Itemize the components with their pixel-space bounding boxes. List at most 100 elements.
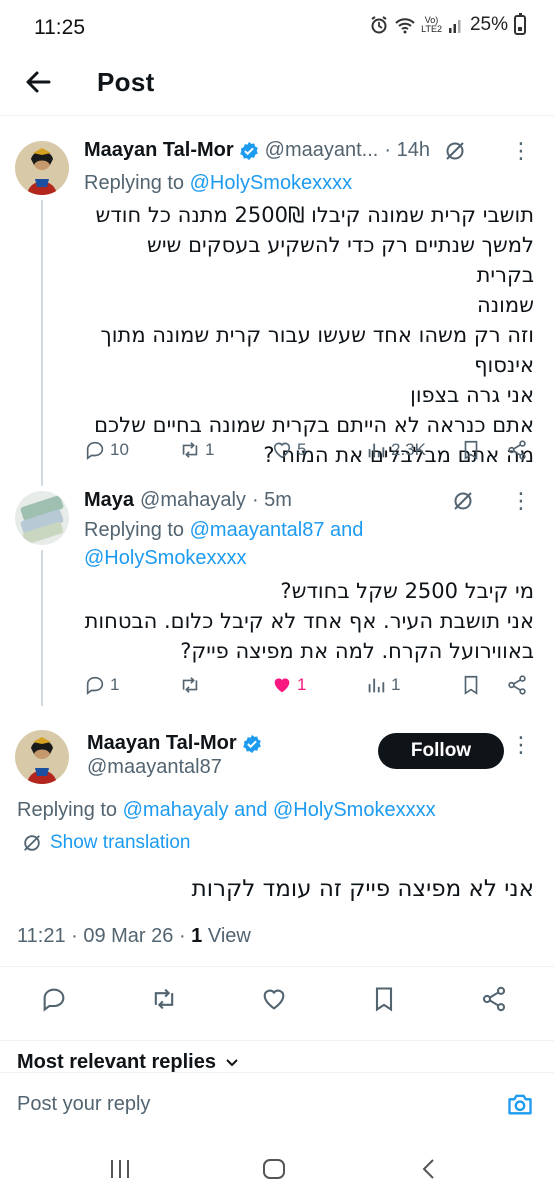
author-handle[interactable]: @mahayaly bbox=[140, 489, 246, 512]
like-button[interactable]: 5 bbox=[271, 439, 365, 461]
repost-button[interactable]: 1 bbox=[179, 439, 271, 461]
wifi-icon bbox=[395, 18, 415, 34]
author-handle[interactable]: @maayant... bbox=[265, 139, 379, 162]
battery-percent: 25% bbox=[469, 14, 508, 35]
tweet-text: תושבי קרית שמונה קיבלו 2500₪ מתנה כל חוד… bbox=[84, 200, 534, 470]
back-nav-icon[interactable] bbox=[420, 1158, 438, 1180]
page-title: Post bbox=[97, 67, 155, 97]
reply-tweet[interactable]: Maya @mahayaly · 5m ⋮ Replying to @maaya… bbox=[0, 486, 554, 706]
back-arrow-icon[interactable] bbox=[22, 66, 54, 98]
reply-count: 10 bbox=[110, 440, 129, 459]
text-line: אינסוף bbox=[474, 353, 534, 377]
reply-button[interactable]: 1 bbox=[84, 674, 179, 696]
grok-icon[interactable] bbox=[452, 490, 474, 512]
text-line: באווירועל הקרח. למה את מפיצה פייק? bbox=[180, 639, 534, 663]
show-translation-button[interactable]: Show translation bbox=[22, 832, 190, 854]
system-nav-bar bbox=[0, 1134, 554, 1200]
network-label: Vo) LTE2 bbox=[421, 16, 442, 34]
status-icons: Vo) LTE2 25% bbox=[369, 13, 526, 36]
replying-to-link[interactable]: @HolySmokexxxx bbox=[84, 547, 247, 569]
reply-icon[interactable] bbox=[40, 985, 68, 1013]
status-time: 11:25 bbox=[34, 16, 85, 39]
tweet-text: מי קיבל 2500 שקל בחודש? אני תושבת העיר. … bbox=[84, 576, 534, 666]
replying-to: Replying to @HolySmokexxxx bbox=[84, 169, 352, 197]
lte-label: LTE2 bbox=[421, 24, 442, 34]
replying-to-link[interactable]: @maayantal87 and bbox=[190, 519, 364, 541]
repost-button[interactable] bbox=[179, 674, 271, 696]
more-options-icon[interactable]: ⋮ bbox=[510, 488, 532, 514]
home-icon[interactable] bbox=[262, 1158, 286, 1180]
more-options-icon[interactable]: ⋮ bbox=[510, 138, 532, 164]
repost-icon[interactable] bbox=[150, 985, 178, 1013]
view-count: 2.3K bbox=[391, 440, 426, 459]
text-line: למשך שנתיים רק כדי להשקיע בעסקים שיש בקר… bbox=[146, 233, 534, 287]
show-translation-label: Show translation bbox=[50, 832, 191, 853]
text-line: אני תושבת העיר. אף אחד לא קיבל כלום. הבט… bbox=[84, 609, 534, 633]
heart-icon[interactable] bbox=[260, 985, 288, 1013]
alarm-icon bbox=[371, 16, 387, 34]
avatar[interactable] bbox=[15, 141, 69, 195]
views-button[interactable]: 1 bbox=[365, 674, 460, 696]
views-button[interactable]: 2.3K bbox=[365, 439, 460, 461]
share-icon[interactable] bbox=[506, 439, 528, 461]
thread-line bbox=[41, 550, 43, 706]
reply-input[interactable]: Post your reply bbox=[17, 1093, 150, 1116]
divider bbox=[0, 966, 554, 967]
post-time: · 5m bbox=[251, 489, 292, 511]
replying-label: Replying to bbox=[84, 519, 185, 541]
replying-to-link[interactable]: @HolySmokexxxx bbox=[190, 172, 353, 194]
heart-filled-icon bbox=[274, 678, 290, 693]
main-post: Maayan Tal-Mor @maayantal87 Follow ⋮ Rep… bbox=[0, 706, 554, 1074]
author-handle[interactable]: @maayantal87 bbox=[87, 756, 222, 779]
chevron-down-icon bbox=[226, 1058, 238, 1066]
post-time: · 14h bbox=[384, 139, 430, 161]
reply-button[interactable]: 10 bbox=[84, 439, 179, 461]
replies-sort-dropdown[interactable]: Most relevant replies bbox=[17, 1051, 240, 1074]
bookmark-icon[interactable] bbox=[460, 674, 482, 696]
replies-sort-label: Most relevant replies bbox=[17, 1051, 216, 1073]
view-count: 1 bbox=[391, 675, 401, 694]
author-name[interactable]: Maya bbox=[84, 489, 134, 512]
divider bbox=[0, 1040, 554, 1041]
reply-icon bbox=[86, 676, 104, 695]
share-icon[interactable] bbox=[480, 985, 508, 1013]
bookmark-icon[interactable] bbox=[460, 439, 482, 461]
action-bar: 10 1 5 2.3K bbox=[84, 439, 534, 461]
replying-to-link[interactable]: @mahayaly and @HolySmokexxxx bbox=[123, 799, 436, 821]
app-header: Post bbox=[0, 56, 554, 116]
repost-icon bbox=[182, 442, 198, 458]
post-timestamp: 11:21 · 09 Mar 26 · bbox=[17, 925, 192, 947]
translate-icon bbox=[24, 835, 40, 851]
share-icon[interactable] bbox=[506, 674, 528, 696]
text-line: וזה רק משהו אחד שעשו עבור קרית שמונה מתו… bbox=[100, 323, 534, 347]
author-row: Maya @mahayaly · 5m bbox=[84, 489, 474, 512]
reply-tweet[interactable]: Maayan Tal-Mor @maayant... · 14h ⋮ Reply… bbox=[0, 116, 554, 486]
author-name[interactable]: Maayan Tal-Mor bbox=[84, 139, 234, 162]
text-line: אתם כנראה לא הייתם בקרית שמונה בחיים שלכ… bbox=[94, 413, 534, 437]
recent-apps-icon[interactable] bbox=[108, 1158, 132, 1180]
replying-label: Replying to bbox=[84, 172, 185, 194]
like-count: 1 bbox=[297, 675, 307, 694]
replying-to: Replying to @maayantal87 and @HolySmokex… bbox=[84, 516, 363, 572]
grok-icon[interactable] bbox=[444, 140, 466, 162]
author-name[interactable]: Maayan Tal-Mor bbox=[87, 732, 237, 755]
reply-count: 1 bbox=[110, 675, 120, 694]
avatar[interactable] bbox=[15, 491, 69, 545]
camera-icon[interactable] bbox=[506, 1090, 534, 1118]
text-line: אני גרה בצפון bbox=[410, 383, 534, 407]
avatar[interactable] bbox=[15, 730, 69, 784]
more-options-icon[interactable]: ⋮ bbox=[510, 732, 532, 758]
like-count: 5 bbox=[297, 440, 307, 459]
follow-button[interactable]: Follow bbox=[378, 733, 504, 769]
replying-to: Replying to @mahayaly and @HolySmokexxxx bbox=[17, 796, 436, 824]
post-action-bar bbox=[40, 985, 508, 1013]
bookmark-icon[interactable] bbox=[370, 985, 398, 1013]
post-view-label: View bbox=[202, 925, 251, 947]
battery-icon bbox=[514, 13, 526, 35]
like-button[interactable]: 1 bbox=[271, 674, 365, 696]
heart-icon bbox=[273, 442, 291, 459]
repost-icon bbox=[182, 677, 198, 693]
verified-badge-icon bbox=[242, 734, 261, 753]
reply-composer[interactable]: Post your reply bbox=[0, 1072, 554, 1134]
verified-badge-icon bbox=[239, 141, 258, 160]
